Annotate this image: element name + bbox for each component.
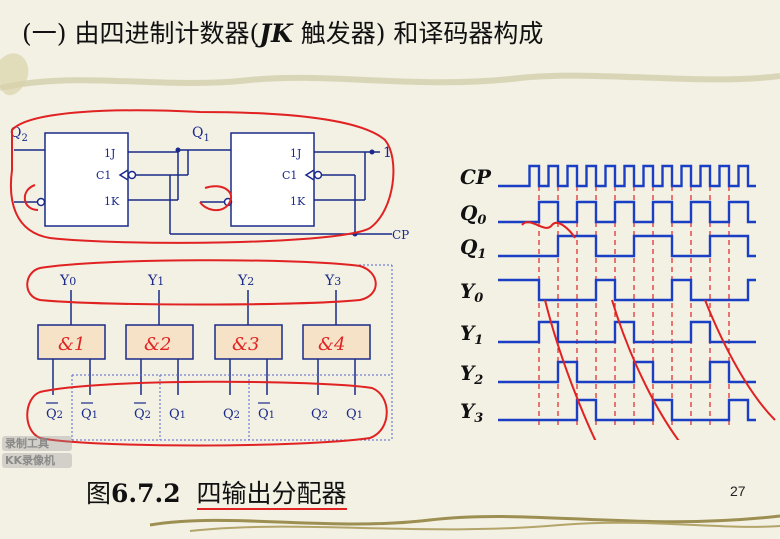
g4-in-a: Q2 [311, 407, 328, 422]
waveform-label-q0: Q0 [460, 201, 486, 228]
gate-1-mark: &1 [58, 334, 85, 355]
wave-annotations [521, 221, 776, 440]
waveform-y3 [498, 398, 756, 422]
gate-3-mark: &3 [232, 334, 259, 355]
waveform-label-y0: Y0 [460, 279, 483, 306]
ff1-clock-bubble [313, 170, 323, 180]
annotation-curl-1 [23, 184, 39, 211]
ff1-pin-k: 1K [290, 195, 306, 208]
annotation-loop-y [26, 259, 377, 306]
g2-in-b: Q1 [169, 407, 186, 422]
waveform-label-y3: Y3 [460, 399, 483, 426]
watermark-line-2: KK录像机 [2, 453, 72, 468]
waveform-q0 [498, 200, 756, 224]
watermark: 录制工具 KK录像机 [2, 436, 72, 470]
timing-waves [498, 164, 756, 422]
g2-in-a: Q2 [134, 407, 151, 422]
ff2-clock-bubble [127, 170, 137, 180]
y2-label: Y2 [237, 273, 254, 289]
waveform-label-cp: CP [460, 165, 492, 189]
junction-q1 [175, 147, 181, 153]
gate-2-mark: &2 [144, 334, 171, 355]
y1-label: Y1 [147, 273, 164, 289]
waveform-cp [498, 164, 756, 188]
g3-in-a: Q2 [223, 407, 240, 422]
g1-in-b: Q1 [81, 407, 98, 422]
g3-in-b: Q1 [258, 407, 275, 422]
g4-in-b: Q1 [346, 407, 363, 422]
gate-4-mark: &4 [318, 334, 345, 355]
flipflop-2-box [44, 132, 129, 227]
y3-label: Y3 [324, 273, 341, 289]
waveform-y2 [498, 360, 756, 384]
ff2-pin-c: C1 [96, 169, 111, 182]
circuit-diagram: 1J C1 1K 1J C1 1K Q2 Q1 1 CP Y0 Y1 Y2 Y3… [9, 109, 409, 447]
y0-label: Y0 [59, 273, 76, 289]
waveform-q1 [498, 234, 756, 258]
watermark-line-1: 录制工具 [2, 436, 72, 451]
timing-labels: CP Q0 Q1 Y0 Y1 Y2 Y3 [460, 165, 492, 426]
slide: (一) 由四进制计数器(JK 触发器) 和译码器构成 1J C1 1K 1J C… [0, 0, 780, 539]
g1-in-a: Q2 [46, 407, 63, 422]
waveform-y0 [498, 278, 756, 302]
timing-diagram: CP Q0 Q1 Y0 Y1 Y2 Y3 [460, 164, 776, 440]
ff1-pin-c: C1 [282, 169, 297, 182]
page-number: 27 [730, 483, 746, 499]
ff2-qbar-bubble [36, 197, 46, 207]
caption-text: 四输出分配器 [196, 479, 347, 510]
bottom-vine-2 [189, 521, 780, 532]
ff2-pin-j: 1J [104, 147, 115, 160]
waveform-label-y2: Y2 [460, 361, 483, 388]
figure-caption: 图6.7.2 四输出分配器 [86, 474, 347, 510]
q1-label: Q1 [192, 125, 210, 144]
caption-number: 6.7.2 [111, 479, 181, 508]
wave-arrow-3 [704, 299, 776, 421]
waveform-label-q1: Q1 [460, 235, 486, 262]
waveform-y1 [498, 320, 756, 344]
ff1-pin-j: 1J [290, 147, 301, 160]
caption-prefix: 图 [86, 479, 112, 508]
flipflop-1-box [230, 132, 315, 227]
cp-label: CP [392, 228, 409, 242]
ff2-pin-k: 1K [104, 195, 120, 208]
waveform-label-y1: Y1 [460, 321, 483, 348]
